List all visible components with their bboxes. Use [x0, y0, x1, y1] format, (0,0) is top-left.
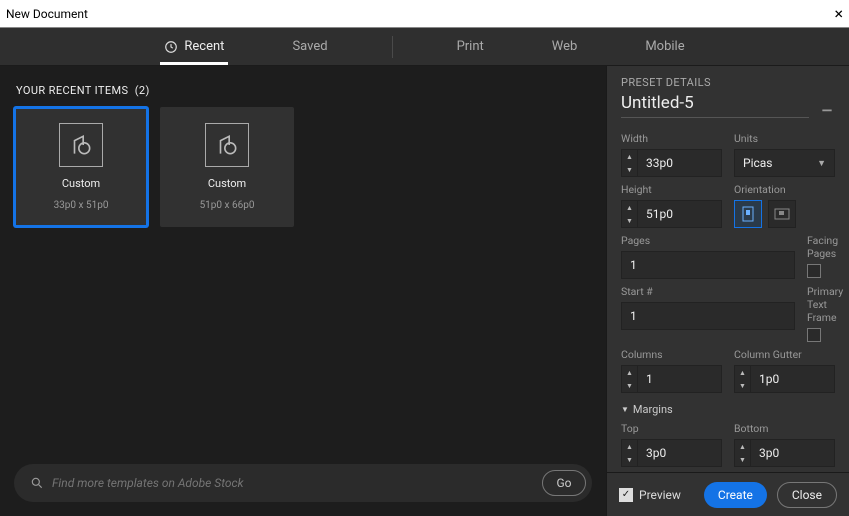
orientation-portrait-button[interactable]: [734, 200, 762, 228]
landscape-icon: [774, 208, 790, 220]
orientation-landscape-button[interactable]: [768, 200, 796, 228]
height-field[interactable]: [637, 200, 722, 228]
tab-recent[interactable]: Recent: [160, 29, 228, 64]
margins-label: Margins: [633, 403, 673, 416]
margin-bottom-field[interactable]: [750, 439, 835, 467]
margin-bottom-label: Bottom: [734, 422, 835, 435]
columns-field[interactable]: [637, 365, 722, 393]
width-label: Width: [621, 132, 722, 145]
dialog-footer: ✓ Preview Create Close: [607, 472, 849, 516]
recent-heading-text: YOUR RECENT ITEMS: [16, 84, 128, 97]
stock-search-input[interactable]: [52, 476, 534, 490]
start-number-input[interactable]: [621, 302, 795, 330]
page-shape-icon: [68, 132, 94, 158]
stepper-up-icon[interactable]: ▲: [622, 201, 637, 214]
recent-count: (2): [135, 84, 150, 97]
width-field[interactable]: [637, 149, 722, 177]
start-number-label: Start #: [621, 285, 795, 298]
units-value: Picas: [743, 156, 773, 170]
chevron-down-icon: ▼: [621, 405, 629, 414]
page-shape-icon: [214, 132, 240, 158]
search-icon: [30, 476, 44, 490]
create-button[interactable]: Create: [704, 482, 767, 508]
go-button[interactable]: Go: [542, 470, 586, 496]
preset-card[interactable]: Custom 51p0 x 66p0: [160, 107, 294, 227]
tab-print-label: Print: [457, 39, 484, 54]
tab-recent-label: Recent: [184, 39, 224, 54]
preset-thumb: [205, 123, 249, 167]
units-label: Units: [734, 132, 835, 145]
preset-thumb: [59, 123, 103, 167]
document-name-input[interactable]: Untitled-5: [621, 93, 809, 118]
stepper-down-icon[interactable]: ▼: [622, 379, 637, 392]
pages-input[interactable]: [621, 251, 795, 279]
tab-mobile-label: Mobile: [645, 39, 684, 54]
facing-pages-label: Facing Pages: [807, 234, 838, 260]
category-tabs: Recent Saved Print Web Mobile: [0, 28, 849, 66]
margins-section-toggle[interactable]: ▼ Margins: [621, 403, 835, 416]
stepper-down-icon[interactable]: ▼: [622, 453, 637, 466]
preset-dims: 51p0 x 66p0: [200, 200, 255, 211]
preset-details-heading: PRESET DETAILS: [607, 66, 849, 93]
preview-checkbox[interactable]: ✓: [619, 488, 633, 502]
primary-text-frame-checkbox[interactable]: [807, 328, 821, 342]
stepper-up-icon[interactable]: ▲: [622, 440, 637, 453]
stepper-down-icon[interactable]: ▼: [735, 453, 750, 466]
chevron-down-icon: ▼: [817, 158, 826, 169]
orientation-label: Orientation: [734, 183, 835, 196]
margin-top-field[interactable]: [637, 439, 722, 467]
height-input[interactable]: ▲▼: [621, 200, 722, 228]
stepper-up-icon[interactable]: ▲: [622, 150, 637, 163]
close-button[interactable]: Close: [777, 482, 837, 508]
preset-card[interactable]: Custom 33p0 x 51p0: [14, 107, 148, 227]
margin-top-input[interactable]: ▲▼: [621, 439, 722, 467]
window-title: New Document: [6, 7, 88, 21]
height-label: Height: [621, 183, 722, 196]
tab-print[interactable]: Print: [453, 29, 488, 64]
stock-search-bar: Go: [14, 464, 592, 502]
close-icon[interactable]: ×: [834, 6, 843, 22]
tab-web-label: Web: [552, 39, 578, 54]
portrait-icon: [742, 206, 754, 222]
stepper-up-icon[interactable]: ▲: [622, 366, 637, 379]
columns-label: Columns: [621, 348, 722, 361]
tab-mobile[interactable]: Mobile: [641, 29, 688, 64]
stepper-up-icon[interactable]: ▲: [735, 440, 750, 453]
primary-text-frame-label: Primary Text Frame: [807, 285, 843, 324]
preset-name: Custom: [62, 177, 100, 190]
column-gutter-field[interactable]: [750, 365, 835, 393]
preset-cards: Custom 33p0 x 51p0 Custom 51p0 x 66p0: [14, 107, 592, 227]
tab-web[interactable]: Web: [548, 29, 582, 64]
presets-panel: YOUR RECENT ITEMS (2) Custom 33p0 x 51p0…: [0, 66, 606, 516]
clock-icon: [164, 40, 178, 54]
preview-label: Preview: [639, 488, 681, 502]
titlebar: New Document ×: [0, 0, 849, 28]
stepper-up-icon[interactable]: ▲: [735, 366, 750, 379]
stepper-down-icon[interactable]: ▼: [622, 214, 637, 227]
facing-pages-checkbox[interactable]: [807, 264, 821, 278]
tab-saved-label: Saved: [292, 39, 327, 54]
save-preset-icon[interactable]: [819, 99, 835, 113]
tab-separator: [392, 36, 393, 58]
tab-saved[interactable]: Saved: [288, 29, 331, 64]
columns-input[interactable]: ▲▼: [621, 365, 722, 393]
preset-details-panel: PRESET DETAILS Untitled-5 Width ▲▼ Units: [606, 66, 849, 516]
units-select[interactable]: Picas ▼: [734, 149, 835, 177]
margin-top-label: Top: [621, 422, 722, 435]
pages-label: Pages: [621, 234, 795, 247]
preset-dims: 33p0 x 51p0: [54, 200, 109, 211]
width-input[interactable]: ▲▼: [621, 149, 722, 177]
margin-bottom-input[interactable]: ▲▼: [734, 439, 835, 467]
recent-heading: YOUR RECENT ITEMS (2): [16, 84, 592, 97]
stepper-down-icon[interactable]: ▼: [622, 163, 637, 176]
column-gutter-label: Column Gutter: [734, 348, 835, 361]
column-gutter-input[interactable]: ▲▼: [734, 365, 835, 393]
preset-name: Custom: [208, 177, 246, 190]
stepper-down-icon[interactable]: ▼: [735, 379, 750, 392]
